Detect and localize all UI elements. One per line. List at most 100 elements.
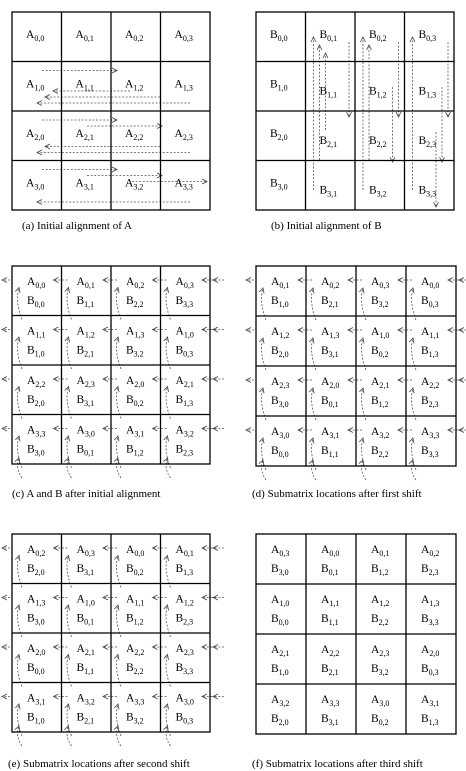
cell-label-b: B0,1 [77, 613, 95, 627]
cell-label-a: A2,0 [321, 376, 339, 390]
cell-label-b: B0,1 [77, 444, 95, 458]
shift-b-up-arrow [262, 288, 267, 321]
panel-c-caption: (c) A and B after initial alignment [12, 488, 160, 500]
panel-a: A0,0 A0,1 A0,2 A0,3 A1,0 A1,1 A1,2 A1,3 A2,0 A2,1… [11, 11, 211, 232]
cell-label-a: A1,3 [27, 594, 45, 608]
cell-label-b: B3,3 [421, 445, 439, 459]
shift-b-up-arrow [166, 704, 171, 737]
shift-b-up-arrow [18, 387, 23, 419]
cell-label-b: B2,2 [126, 295, 144, 309]
shift-b-up-arrow [312, 288, 317, 321]
cell-label-a: A2,1 [77, 643, 95, 657]
shift-b-up-arrow [18, 436, 23, 469]
cell-label-b: B0,3 [176, 712, 194, 726]
panel-f: A0,3 B3,0 A0,0 B0,1 A0,1 B1,2 A0,2 B2,3 A1,0 B0,0… [252, 533, 457, 770]
cell-label-b: B2,2 [126, 662, 144, 676]
panel-a-caption: (a) Initial alignment of A [22, 220, 132, 232]
cell-label-a: A1,1 [421, 326, 439, 340]
cell-label-a: A0,2 [125, 29, 143, 43]
cell-label-b: B0,0 [270, 29, 288, 43]
shift-b-up-arrow [166, 556, 171, 588]
cell-label-a: A0,2 [126, 276, 144, 290]
cell-label-b: B0,3 [421, 663, 439, 677]
cannon-algorithm-figure: A0,0 A0,1 A0,2 A0,3 A1,0 A1,1 A1,2 A1,3 A2,0 A2,1… [0, 11, 466, 770]
cell-label-a: A2,3 [175, 128, 193, 142]
cell-label-a: A3,2 [77, 693, 95, 707]
cell-label-b: B2,1 [320, 135, 338, 149]
cell-label-b: B3,3 [421, 613, 439, 627]
cell-label-a: A0,0 [321, 544, 339, 558]
shift-b-up-arrow [166, 387, 171, 419]
shift-b-up-arrow [412, 438, 417, 471]
cell-label-b: B0,1 [320, 29, 338, 43]
cell-label-b: B1,3 [176, 563, 194, 577]
cell-label-a: A0,2 [421, 544, 439, 558]
cell-label-b: B0,2 [126, 563, 144, 577]
cell-label-a: A2,2 [421, 376, 439, 390]
cell-label-b: B0,0 [27, 662, 45, 676]
cell-label-a: A3,1 [421, 694, 439, 708]
shift-b-up-arrow [312, 438, 317, 471]
cell-label-a: A3,0 [176, 693, 194, 707]
panel-b: B0,0 B0,1 B0,2 B0,3 B1,0 B1,1 B1,2 B1,3 B2,0 B2,1… [255, 11, 455, 232]
cell-label-a: A1,0 [26, 79, 44, 93]
shift-b-up-arrow [18, 704, 23, 737]
cell-label-a: A2,3 [77, 375, 95, 389]
shift-b-up-arrow [67, 387, 72, 419]
cell-label-b: B2,2 [369, 135, 387, 149]
cell-label-b: B3,0 [270, 178, 288, 192]
cell-label-b: B3,0 [27, 613, 45, 627]
cell-label-a: A0,0 [27, 276, 45, 290]
cell-label-a: A0,1 [77, 276, 95, 290]
cell-label-a: A1,0 [271, 594, 289, 608]
panel-b-caption: (b) Initial alignment of B [271, 220, 382, 232]
cell-label-b: B0,2 [371, 345, 389, 359]
cell-label-a: A1,1 [76, 79, 94, 93]
cell-label-b: B2,3 [176, 613, 194, 627]
shift-b-up-arrow [166, 337, 171, 370]
cell-label-b: B2,1 [321, 663, 339, 677]
shift-b-up-arrow [362, 288, 367, 321]
shift-b-up-arrow [67, 605, 72, 638]
cell-label-a: A3,0 [371, 694, 389, 708]
cell-label-a: A1,3 [126, 326, 144, 340]
cell-label-b: B1,2 [126, 444, 144, 458]
cell-label-b: B2,0 [27, 563, 45, 577]
cell-label-a: A3,3 [421, 426, 439, 440]
panel-d-caption: (d) Submatrix locations after first shif… [252, 488, 422, 500]
shift-b-up-arrow [312, 338, 317, 371]
cell-label-a: A3,3 [126, 693, 144, 707]
cell-label-b: B1,3 [421, 345, 439, 359]
cell-label-b: B1,0 [27, 345, 45, 359]
shift-b-up-arrow [166, 436, 171, 469]
cell-label-b: B1,0 [271, 663, 289, 677]
cell-label-b: B0,0 [271, 445, 289, 459]
panel-b-arrows [314, 37, 449, 207]
cell-label-b: B3,3 [419, 185, 437, 199]
cell-label-a: A0,0 [26, 29, 44, 43]
cell-label-b: B1,1 [321, 445, 339, 459]
cell-label-a: A1,1 [126, 594, 144, 608]
panel-c: A0,0 B0,0 A0,1 B1,1 A0,2 B2,2 A0,3 B3,3 A1,1 B1,0… [2, 265, 224, 500]
cell-label-b: B0,3 [421, 295, 439, 309]
cell-label-a: A3,1 [76, 178, 94, 192]
cell-label-b: B3,1 [321, 345, 339, 359]
shift-b-up-arrow [18, 337, 23, 370]
cell-label-a: A3,3 [321, 694, 339, 708]
cell-label-a: A0,1 [371, 544, 389, 558]
cell-label-b: B1,3 [176, 394, 194, 408]
cell-label-b: B3,3 [176, 295, 194, 309]
cell-label-a: A0,3 [175, 29, 193, 43]
cell-label-a: A0,1 [176, 544, 194, 558]
cell-label-a: A2,2 [27, 375, 45, 389]
cell-label-a: A1,2 [77, 326, 95, 340]
shift-b-up-arrow [412, 338, 417, 371]
cell-label-a: A2,2 [321, 644, 339, 658]
cell-label-b: B1,1 [321, 613, 339, 627]
shift-b-up-arrow [67, 556, 72, 588]
cell-label-a: A2,0 [26, 128, 44, 142]
cell-label-b: B3,1 [77, 563, 95, 577]
cell-label-b: B0,1 [321, 395, 339, 409]
cell-label-b: B2,1 [77, 712, 95, 726]
cell-label-a: A0,3 [271, 544, 289, 558]
